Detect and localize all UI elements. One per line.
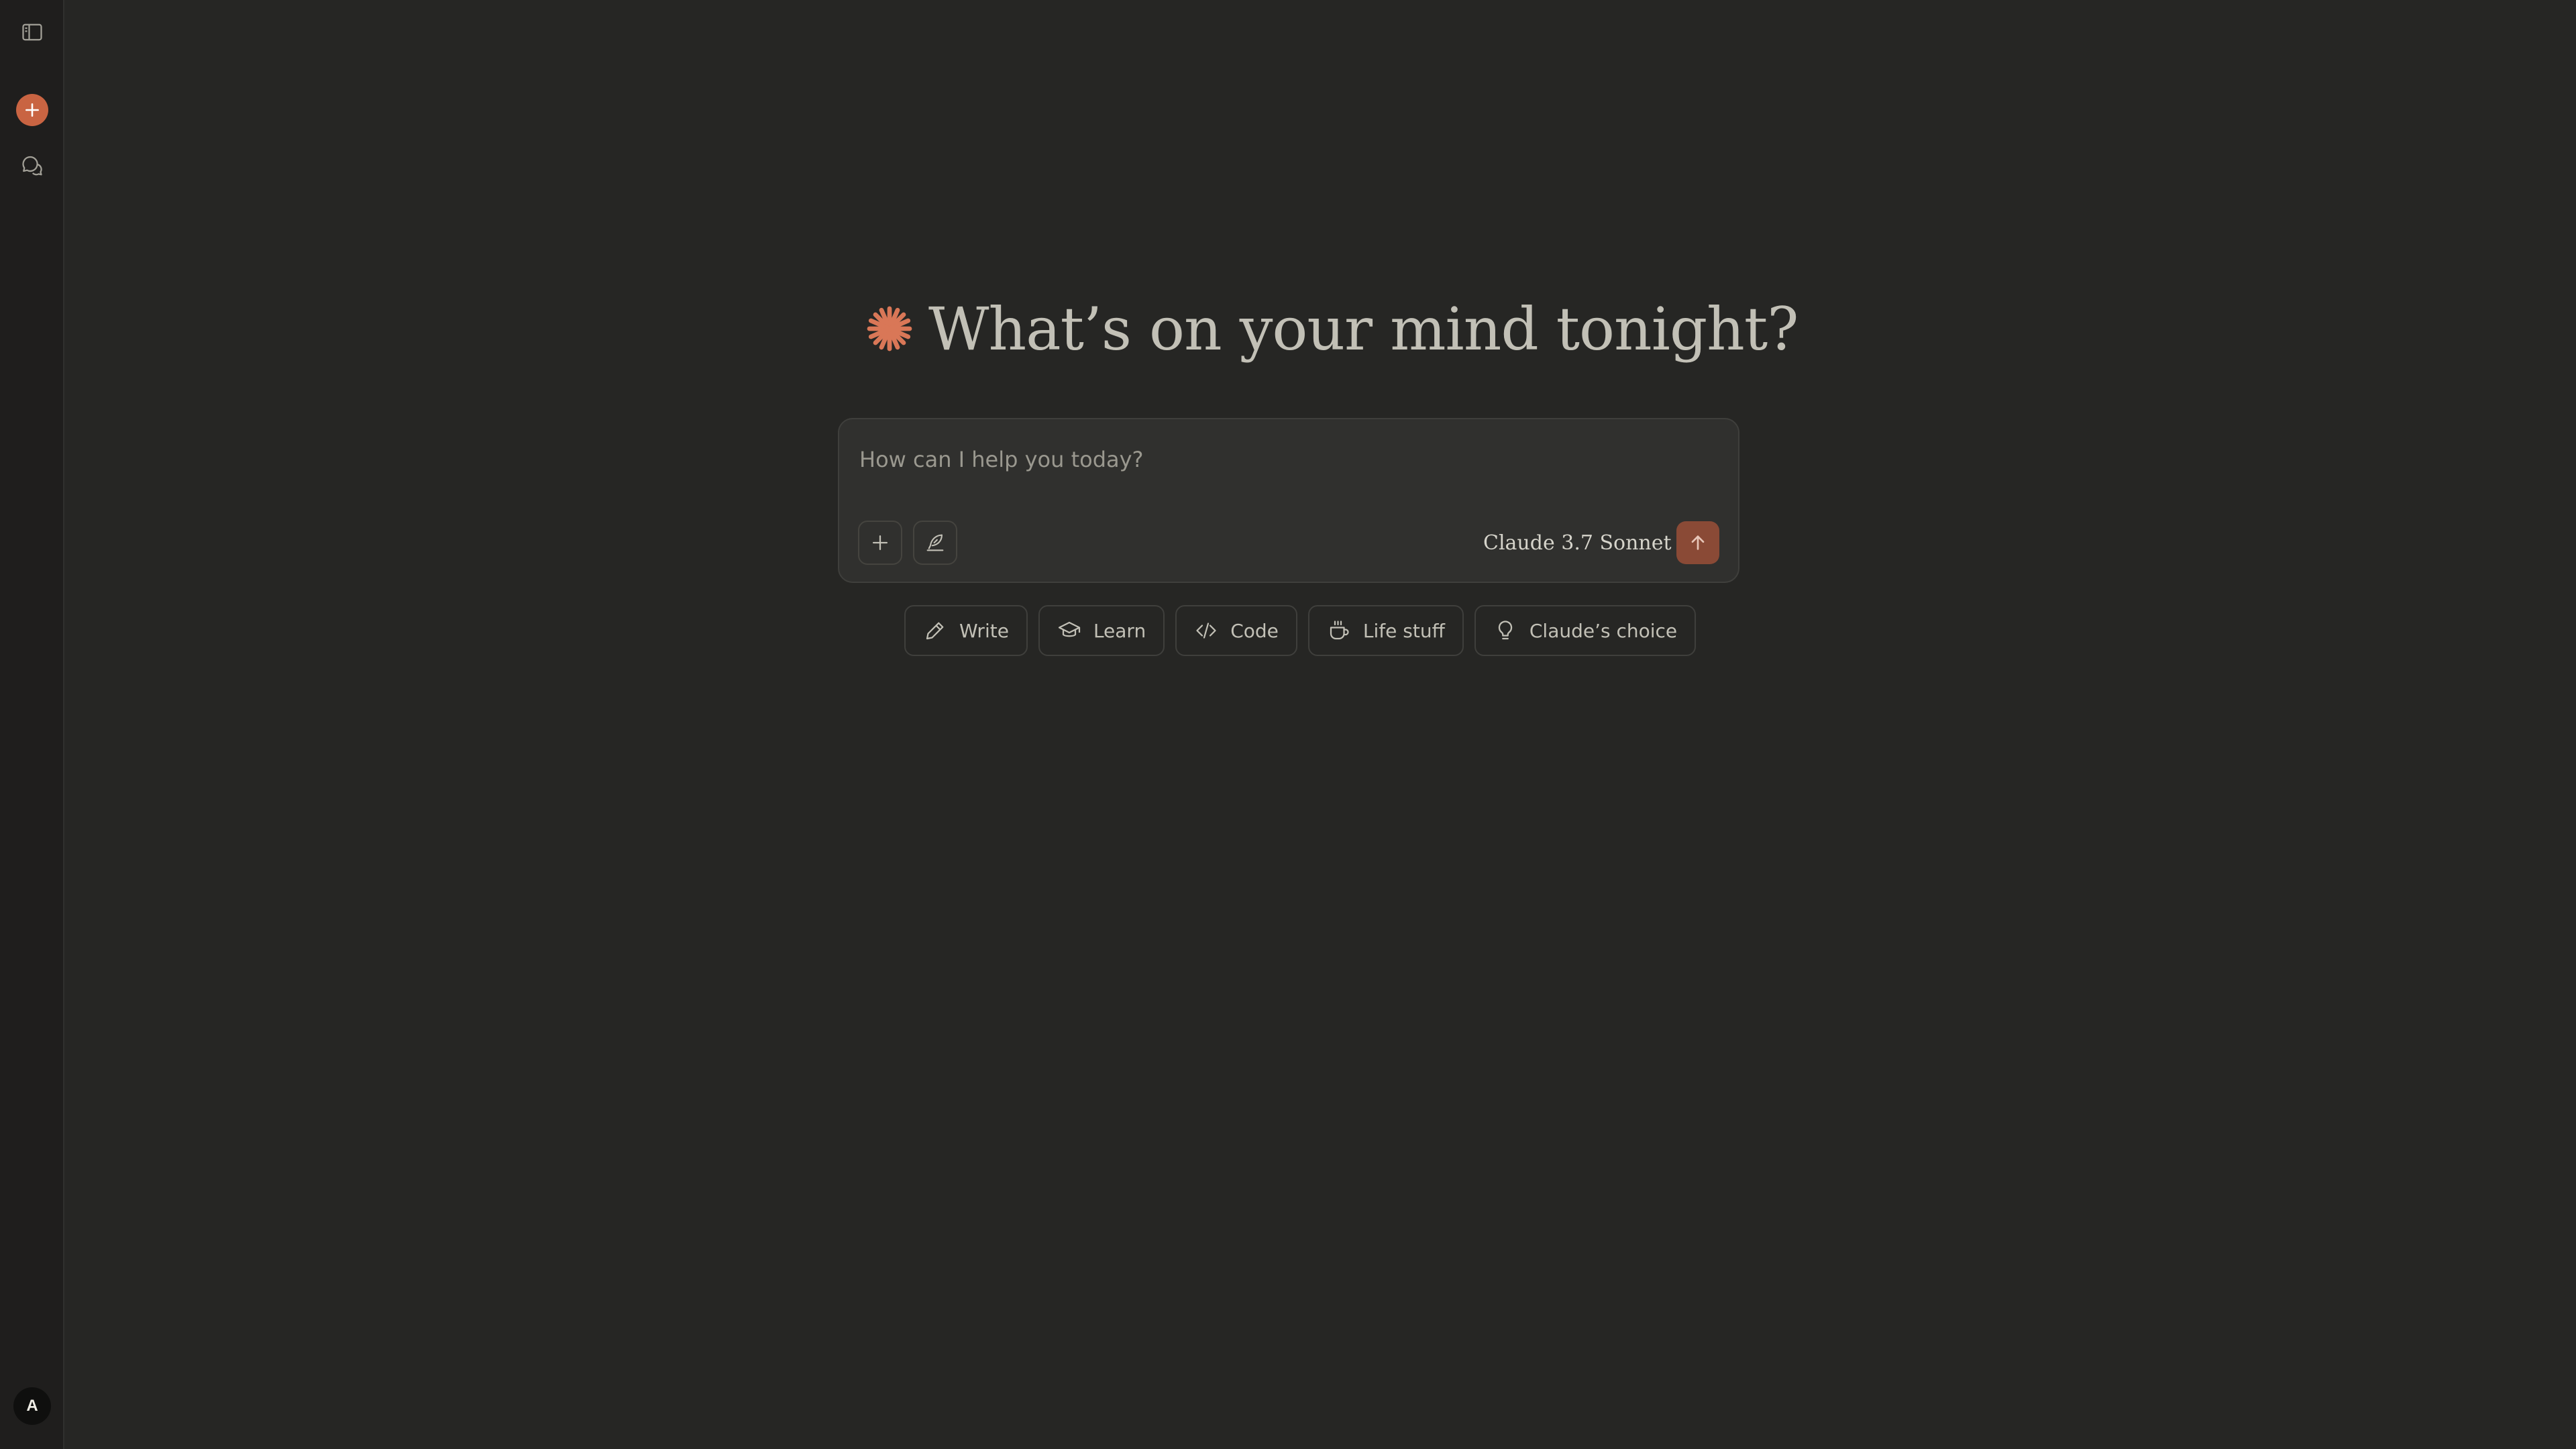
- chip-write[interactable]: Write: [904, 605, 1028, 656]
- coffee-icon: [1330, 621, 1349, 640]
- code-icon: [1196, 623, 1216, 639]
- chip-label: Claude’s choice: [1529, 619, 1678, 642]
- new-chat-circle: [16, 94, 48, 126]
- model-selector[interactable]: Claude 3.7 Sonnet: [1483, 525, 1692, 560]
- claude-spark-icon: [867, 306, 912, 352]
- lightbulb-icon: [1498, 621, 1513, 640]
- attach-button[interactable]: [858, 521, 902, 565]
- chip-label: Code: [1230, 619, 1279, 642]
- chip-life-stuff[interactable]: Life stuff: [1307, 605, 1464, 656]
- quill-icon: [926, 534, 944, 551]
- chip-code[interactable]: Code: [1175, 605, 1297, 656]
- composer: Claude 3.7 Sonnet: [838, 418, 1739, 583]
- chat-bubbles-icon: [22, 156, 42, 176]
- app-window: A What’s on your mind tonight? How can I…: [0, 0, 2576, 1449]
- send-button[interactable]: [1676, 521, 1719, 564]
- chats-button[interactable]: [16, 149, 48, 181]
- pencil-icon: [926, 622, 944, 640]
- sidebar-toggle-button[interactable]: [16, 16, 48, 48]
- graduation-cap-icon: [1058, 621, 1081, 637]
- style-button[interactable]: [913, 521, 957, 565]
- greeting-title: What’s on your mind tonight?: [928, 294, 1799, 364]
- greeting: What’s on your mind tonight?: [865, 288, 1799, 369]
- plus-icon: [25, 103, 39, 117]
- sidebar-rail: A: [0, 0, 64, 1449]
- chip-label: Life stuff: [1362, 619, 1445, 642]
- user-avatar[interactable]: A: [13, 1387, 51, 1425]
- arrow-up-icon: [1691, 535, 1705, 550]
- message-input[interactable]: [859, 439, 1705, 480]
- suggestion-chips: Write Learn Code Life stuff Claude’s cho…: [904, 605, 1697, 656]
- chip-claudes-choice[interactable]: Claude’s choice: [1474, 605, 1697, 656]
- chip-label: Learn: [1093, 619, 1146, 642]
- chip-learn[interactable]: Learn: [1038, 605, 1165, 656]
- new-chat-button[interactable]: [16, 94, 48, 126]
- chip-label: Write: [959, 619, 1009, 642]
- plus-icon: [872, 535, 888, 551]
- sidebar-toggle-icon: [22, 23, 42, 41]
- model-label: Claude 3.7 Sonnet: [1483, 531, 1672, 555]
